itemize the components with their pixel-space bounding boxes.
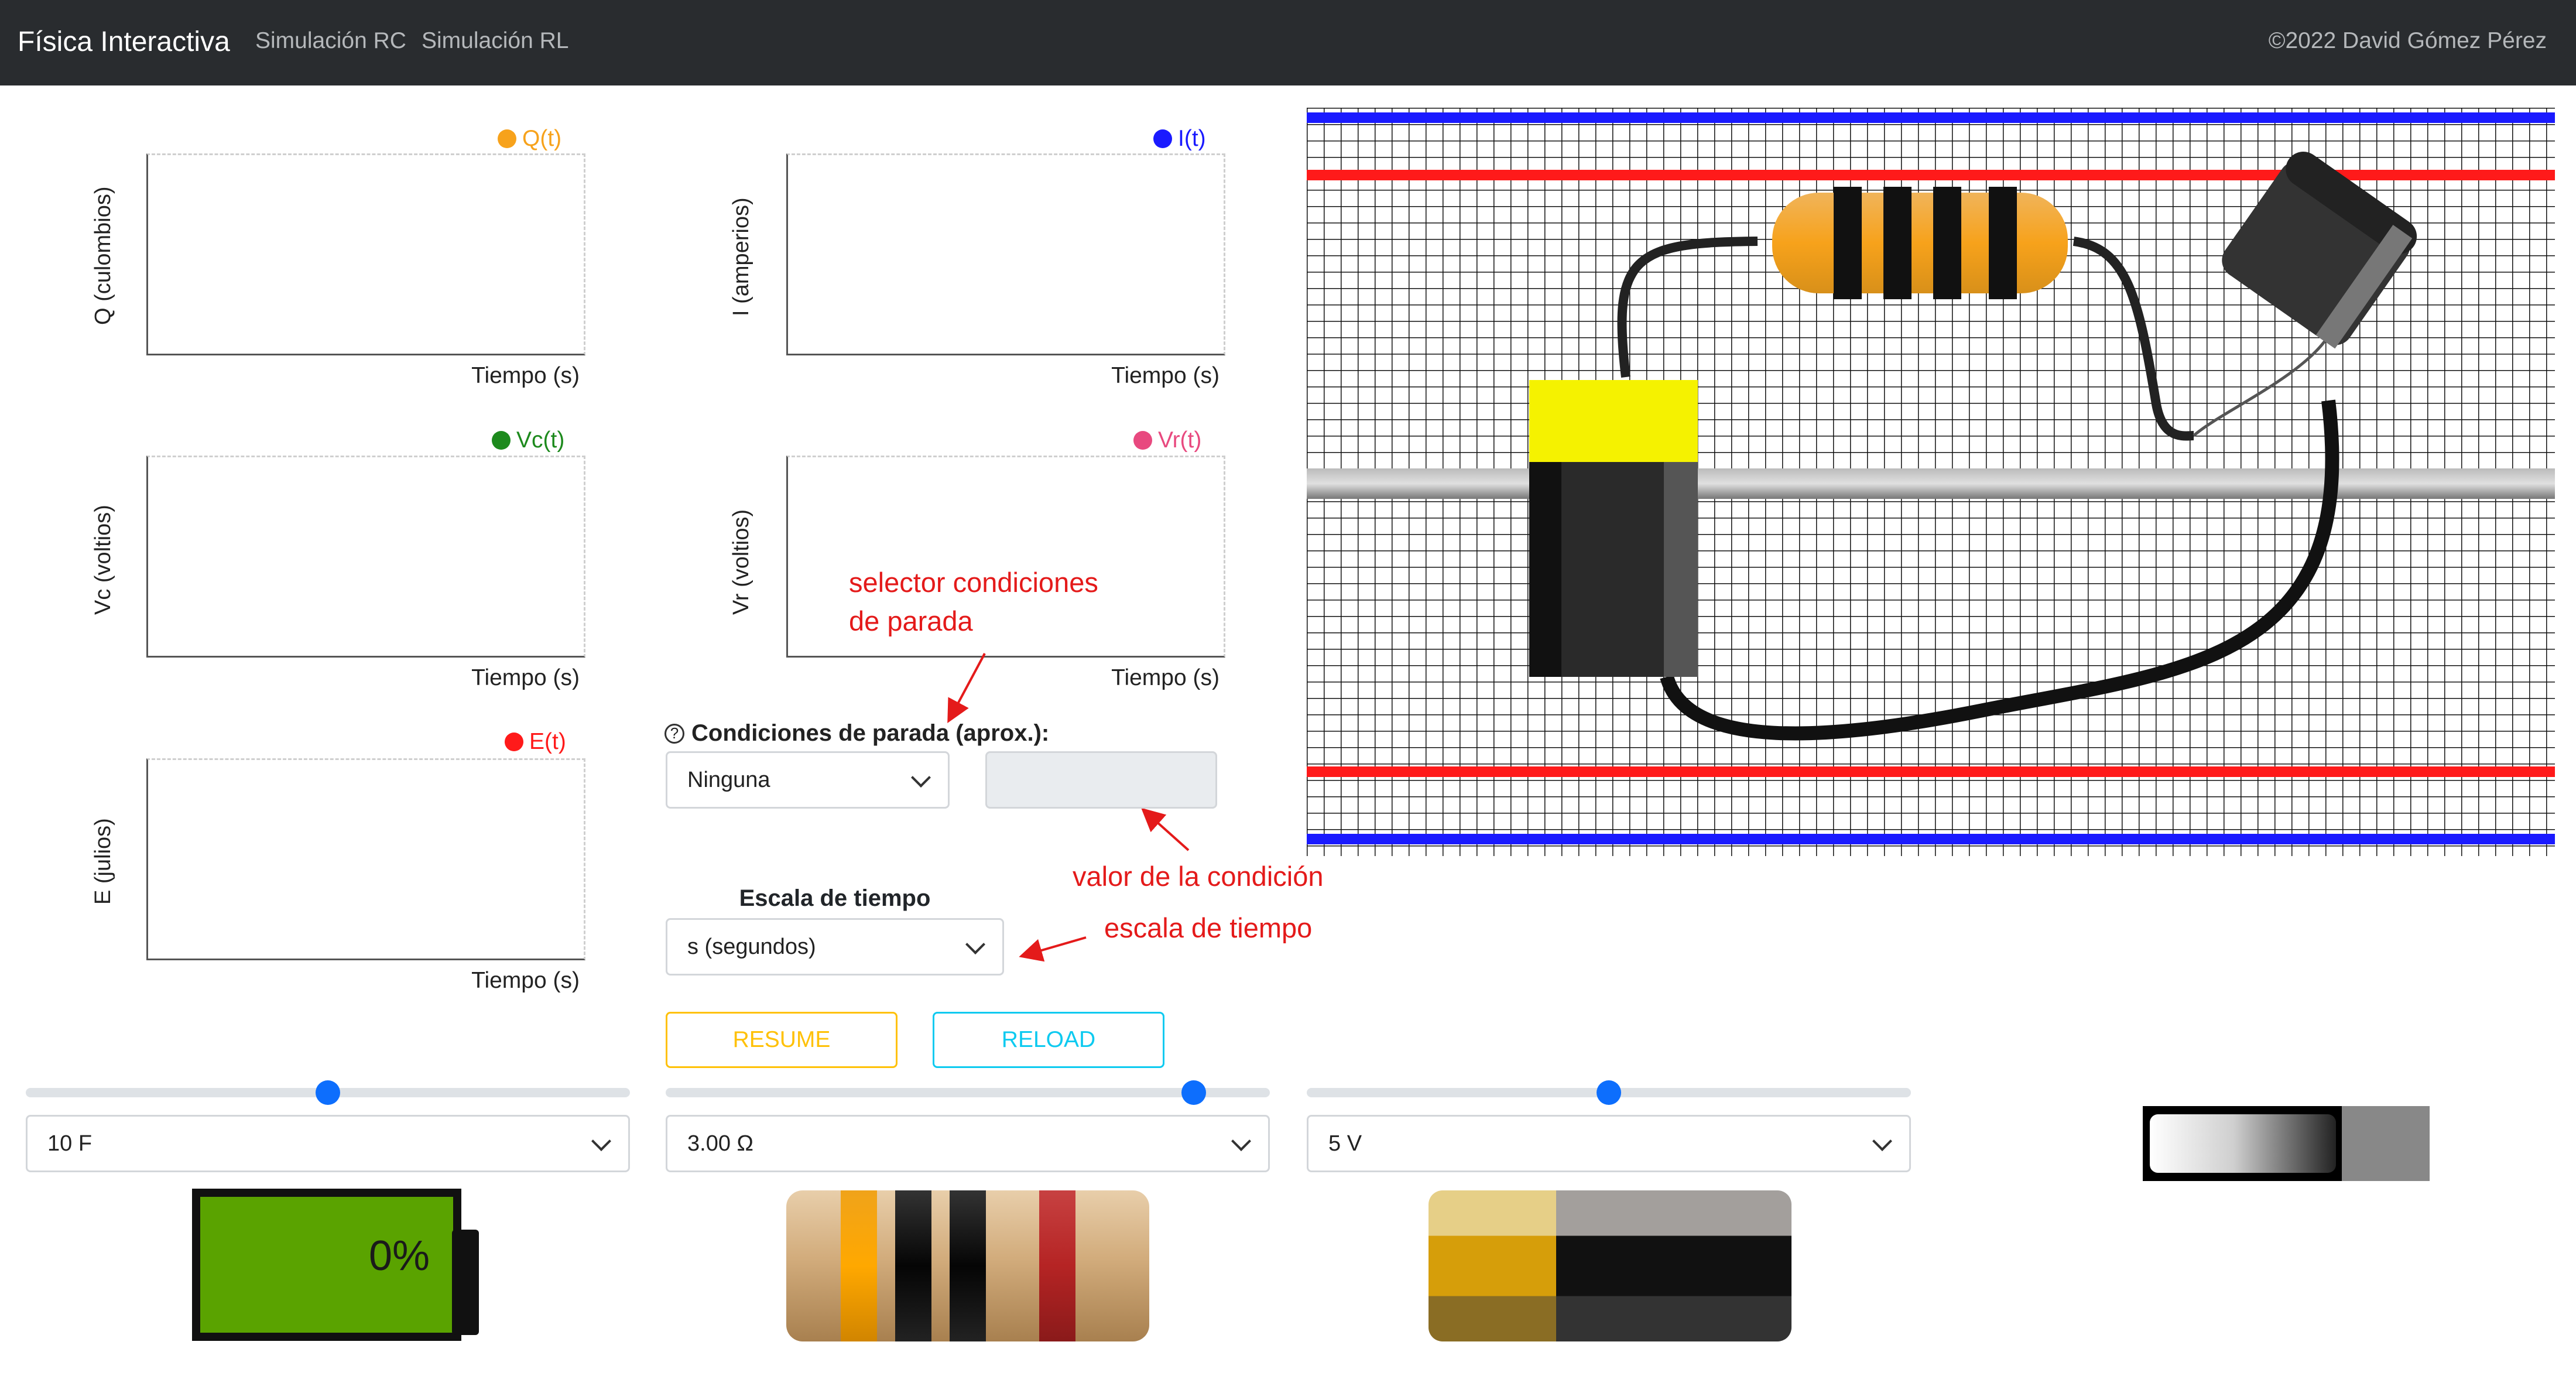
band-black-1 (895, 1190, 931, 1341)
chevron-down-icon (911, 768, 931, 788)
condition-value-input[interactable] (985, 751, 1217, 809)
charge-percent: 0% (368, 1233, 430, 1279)
battery-component (1529, 380, 1698, 677)
switch-icon[interactable] (2143, 1106, 2430, 1181)
resistor-band (1933, 187, 1961, 299)
resistance-select[interactable]: 3.00 Ω (666, 1115, 1270, 1172)
reload-button[interactable]: RELOAD (933, 1012, 1164, 1068)
help-icon[interactable]: ? (664, 723, 684, 744)
chevron-down-icon (591, 1131, 611, 1151)
resistance-value: 3.00 Ω (687, 1131, 753, 1156)
rail-gray-middle (1307, 468, 2555, 499)
resistor-band (1883, 187, 1912, 299)
battery-icon (1429, 1190, 1791, 1341)
band-red (1039, 1190, 1075, 1341)
battery-body: 0% (192, 1189, 461, 1341)
time-scale-value: s (segundos) (687, 934, 816, 959)
slider-thumb[interactable] (316, 1080, 340, 1105)
battery-top (1529, 380, 1698, 462)
chevron-down-icon (1231, 1131, 1251, 1151)
arrow-escala (1019, 936, 1087, 962)
resistor-bands-icon (786, 1190, 1149, 1341)
chevron-down-icon (1872, 1131, 1892, 1151)
stop-conditions-text: Condiciones de parada (aprox.): (691, 720, 1050, 746)
arrow-valor (1141, 807, 1190, 851)
voltage-value: 5 V (1328, 1131, 1362, 1156)
arrow-selector (947, 653, 986, 724)
voltage-slider[interactable] (1307, 1080, 1911, 1105)
resistor-body (1772, 193, 2068, 293)
capacitance-value: 10 F (47, 1131, 93, 1156)
battery-edge (1664, 462, 1698, 677)
stop-condition-select[interactable]: Ninguna (666, 751, 950, 809)
slider-track (666, 1088, 1270, 1097)
resistor-band (1989, 187, 2017, 299)
chevron-down-icon (965, 935, 985, 954)
rail-blue-bottom (1307, 834, 2555, 844)
battery-fill: 0% (200, 1197, 453, 1333)
battery-terminal (452, 1230, 479, 1335)
capacitance-select[interactable]: 10 F (26, 1115, 630, 1172)
rail-red-top (1307, 170, 2555, 180)
circuit-breadboard (1307, 108, 2555, 856)
slider-thumb[interactable] (1597, 1080, 1621, 1105)
stop-conditions-label: ? Condiciones de parada (aprox.): (664, 720, 1049, 747)
resistance-slider[interactable] (666, 1080, 1270, 1105)
resume-button[interactable]: RESUME (666, 1012, 898, 1068)
switch-knob (2150, 1114, 2336, 1173)
voltage-select[interactable]: 5 V (1307, 1115, 1911, 1172)
battery-charge-icon: 0% (192, 1189, 479, 1341)
capacitance-slider[interactable] (26, 1080, 630, 1105)
resistor-component (1772, 187, 2068, 299)
battery-edge (1529, 462, 1561, 677)
stop-condition-value: Ninguna (687, 767, 770, 792)
band-orange (841, 1190, 877, 1341)
rail-red-bottom (1307, 766, 2555, 777)
slider-thumb[interactable] (1181, 1080, 1206, 1105)
rail-blue-top (1307, 112, 2555, 123)
battery-shell (1556, 1190, 1791, 1341)
resistor-band (1834, 187, 1862, 299)
battery-cap (1429, 1190, 1556, 1341)
band-black-2 (950, 1190, 986, 1341)
time-scale-select[interactable]: s (segundos) (666, 918, 1004, 976)
time-scale-label: Escala de tiempo (739, 885, 931, 911)
